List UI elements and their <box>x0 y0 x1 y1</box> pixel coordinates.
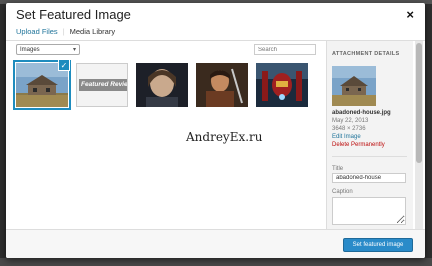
scrollbar-thumb[interactable] <box>416 43 422 163</box>
set-featured-image-button[interactable]: Set featured image <box>343 238 413 252</box>
sidebar-scrollbar[interactable] <box>415 41 423 229</box>
featured-review-label: Featured Review <box>79 79 127 91</box>
featured-image-modal: Set Featured Image × Upload Files | Media … <box>6 3 425 258</box>
attachment-dimensions: 3648 × 2736 <box>332 126 366 132</box>
tab-upload-files[interactable]: Upload Files <box>16 27 58 36</box>
watermark-text: AndreyEx.ru <box>186 130 263 144</box>
attachment-details-heading: ATTACHMENT DETAILS <box>332 51 400 57</box>
media-item-featured-review[interactable]: Featured Review <box>76 63 128 107</box>
attachment-details-panel: ATTACHMENT DETAILS abadoned-house.jpg Ma… <box>326 41 413 229</box>
media-item-portrait[interactable] <box>136 63 188 107</box>
modal-tabs: Upload Files | Media Library <box>16 27 115 36</box>
selected-check-icon: ✓ <box>58 59 70 71</box>
close-icon[interactable]: × <box>406 7 414 22</box>
attachment-preview <box>332 66 376 106</box>
tab-media-library[interactable]: Media Library <box>70 27 115 36</box>
media-type-filter[interactable]: Images ▾ <box>16 44 80 55</box>
search-input[interactable] <box>254 44 316 55</box>
modal-footer: Set featured image <box>6 229 425 258</box>
media-item-iron-man[interactable] <box>256 63 308 107</box>
details-divider <box>332 156 407 157</box>
page-bottom-bar <box>0 258 432 266</box>
tab-separator: | <box>62 27 65 36</box>
iron-man-poster-icon <box>256 63 308 107</box>
attachment-filename: abadoned-house.jpg <box>332 110 391 116</box>
modal-title: Set Featured Image <box>16 7 131 22</box>
abandoned-house-photo-icon <box>332 66 376 106</box>
hobbit-photo-icon <box>196 63 248 107</box>
delete-permanently-link[interactable]: Delete Permanently <box>332 142 385 148</box>
caption-field[interactable] <box>332 197 406 225</box>
attachment-date: May 22, 2013 <box>332 118 369 124</box>
media-item-hobbit[interactable] <box>196 63 248 107</box>
edit-image-link[interactable]: Edit Image <box>332 134 361 140</box>
filter-value: Images <box>20 47 40 53</box>
portrait-photo-icon <box>136 63 188 107</box>
title-field[interactable] <box>332 173 406 183</box>
caption-label: Caption <box>332 189 353 195</box>
chevron-down-icon: ▾ <box>72 47 76 53</box>
title-label: Title <box>332 166 344 172</box>
